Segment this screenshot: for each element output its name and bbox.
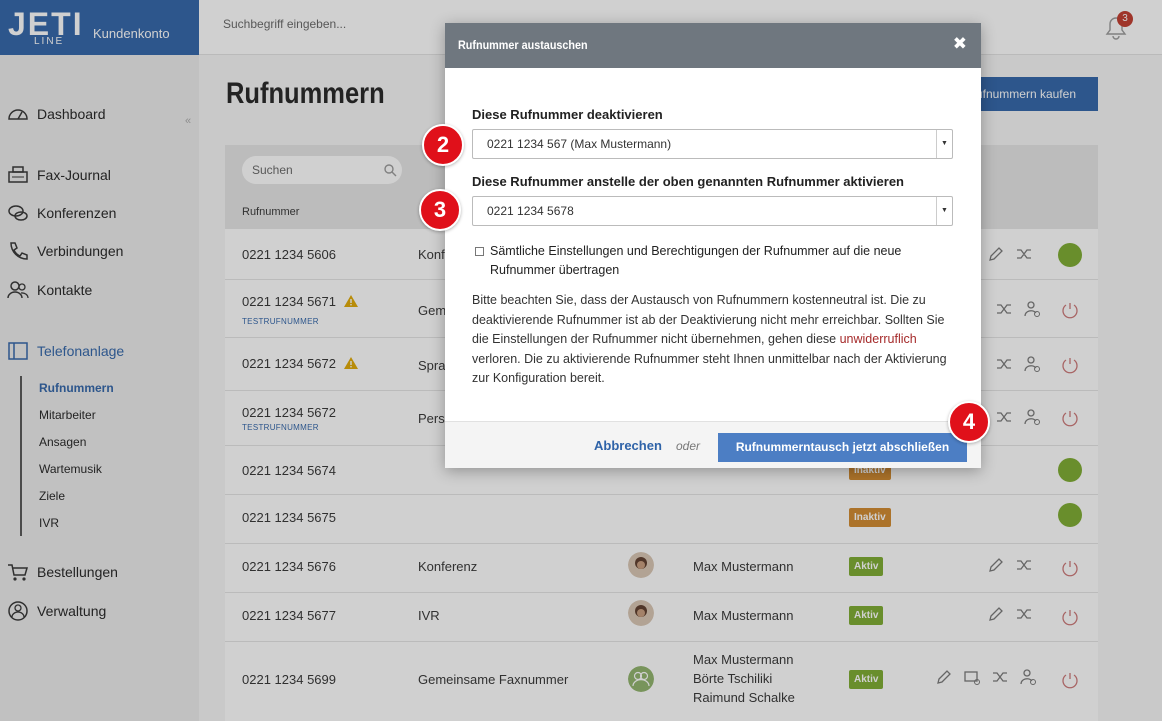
step-marker-2: 2 (422, 124, 464, 166)
deactivate-number-select[interactable]: 0221 1234 567 (Max Mustermann) ▼ (472, 129, 953, 159)
dialog-title: Rufnummer austauschen (458, 38, 588, 52)
or-separator: oder (676, 439, 701, 453)
activate-label: Diese Rufnummer anstelle der oben genann… (472, 174, 904, 189)
chevron-down-icon: ▼ (936, 130, 952, 158)
deactivate-label: Diese Rufnummer deaktivieren (472, 107, 663, 122)
cancel-button[interactable]: Abbrechen (594, 438, 662, 453)
step-marker-4: 4 (948, 401, 990, 443)
info-text-part2: verloren. Die zu aktivierende Rufnummer … (472, 351, 947, 386)
chevron-down-icon: ▼ (936, 197, 952, 225)
transfer-settings-label[interactable]: Sämtliche Einstellungen und Berechtigung… (490, 242, 940, 280)
step-marker-3: 3 (419, 189, 461, 231)
confirm-swap-button[interactable]: Rufnummerntausch jetzt abschließen (718, 433, 967, 462)
swap-number-dialog: Rufnummer austauschen ✖ Diese Rufnummer … (445, 23, 981, 468)
activate-number-value: 0221 1234 5678 (487, 204, 574, 218)
info-text-highlight: unwiderruflich (839, 332, 917, 346)
dialog-footer: Abbrechen oder Rufnummerntausch jetzt ab… (445, 421, 981, 468)
info-text: Bitte beachten Sie, dass der Austausch v… (472, 291, 962, 389)
transfer-settings-checkbox[interactable] (475, 247, 484, 256)
deactivate-number-value: 0221 1234 567 (Max Mustermann) (487, 137, 672, 151)
dialog-header: Rufnummer austauschen ✖ (445, 23, 981, 68)
close-icon[interactable]: ✖ (953, 34, 967, 54)
activate-number-select[interactable]: 0221 1234 5678 ▼ (472, 196, 953, 226)
